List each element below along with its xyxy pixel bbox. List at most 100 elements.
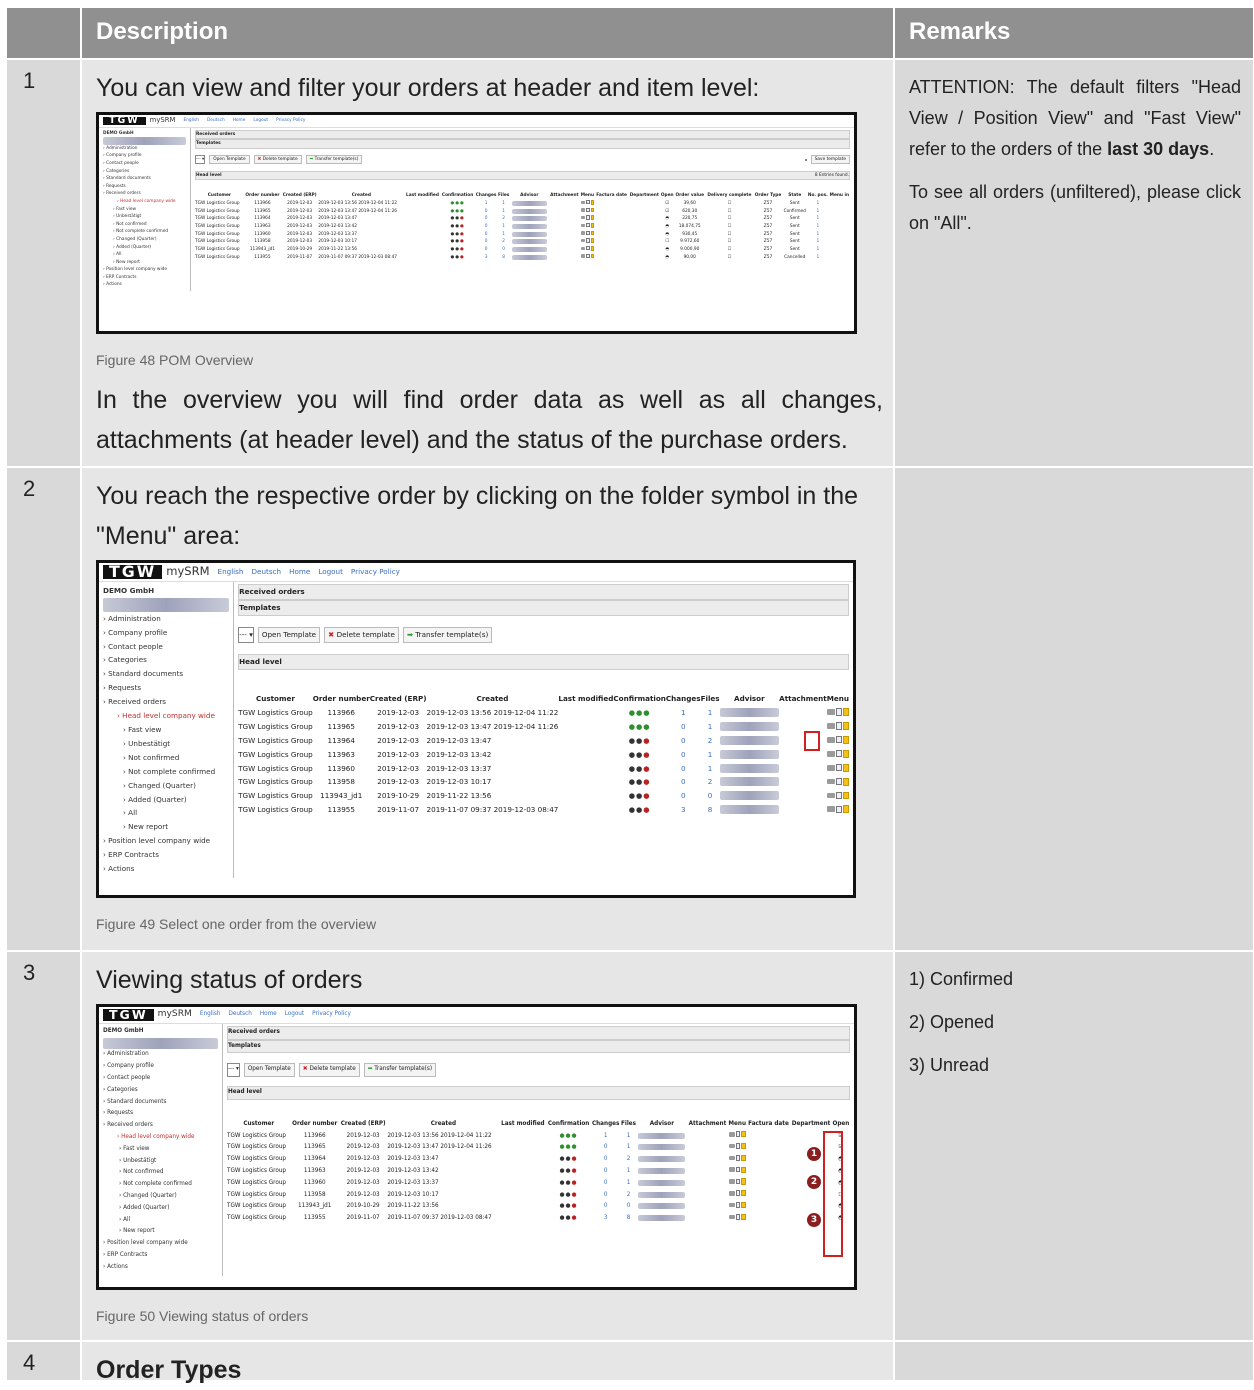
template-select[interactable]: --- ▾	[195, 154, 206, 165]
column-header[interactable]: Order number	[244, 192, 281, 200]
column-header[interactable]: No. pos.	[807, 192, 829, 200]
top-link[interactable]: Privacy Policy	[351, 565, 400, 579]
column-header[interactable]: Order number	[313, 692, 370, 706]
cell-changes[interactable]: 3	[591, 1213, 621, 1225]
cell-files[interactable]: 8	[701, 803, 720, 817]
sidebar-subitem[interactable]: › Fast view	[103, 1144, 218, 1156]
sidebar-subitem[interactable]: › Not complete confirmed	[103, 228, 186, 236]
column-header[interactable]: Files	[497, 192, 509, 200]
sidebar-item[interactable]: › Actions	[103, 862, 229, 876]
top-link[interactable]: English	[218, 565, 244, 579]
document-icon[interactable]	[836, 750, 842, 758]
sidebar-item[interactable]: › Company profile	[103, 626, 229, 640]
folder-icon[interactable]	[580, 238, 586, 243]
cell-positions[interactable]: 1	[807, 215, 829, 223]
note-icon[interactable]	[741, 1166, 746, 1173]
column-header[interactable]: Created	[427, 692, 559, 706]
note-icon[interactable]	[590, 238, 595, 243]
folder-icon[interactable]	[580, 254, 586, 258]
sidebar-item[interactable]: › Received orders	[103, 695, 229, 709]
cell-files[interactable]: 1	[701, 720, 720, 734]
folder-icon[interactable]	[728, 1131, 735, 1137]
table-row[interactable]: TGW Logistics Group 113958 2019-12-03 2019-…	[227, 1190, 850, 1202]
sidebar-subitem[interactable]: › Unbestätigt	[103, 213, 186, 221]
cell-changes[interactable]: 0	[475, 223, 498, 231]
cell-positions[interactable]: 1	[807, 231, 829, 239]
transfer-template-button[interactable]: ➡ Transfer template(s)	[402, 626, 493, 643]
sidebar-subitem[interactable]: › All	[103, 251, 186, 259]
folder-icon[interactable]	[728, 1143, 735, 1149]
top-link[interactable]: Deutsch	[228, 1009, 251, 1021]
column-header[interactable]: Menu	[827, 692, 849, 706]
sidebar-subitem[interactable]: › Fast view	[103, 723, 229, 737]
column-header[interactable]: Last modified	[404, 192, 440, 200]
sidebar-subitem[interactable]: › Unbestätigt	[103, 737, 229, 751]
cell-changes[interactable]: 0	[475, 208, 498, 216]
document-icon[interactable]	[586, 253, 590, 259]
table-row[interactable]: TGW Logistics Group 113965 2019-12-03 2019-…	[227, 1142, 850, 1154]
column-header[interactable]: Attachment	[779, 692, 827, 706]
folder-icon[interactable]	[728, 1167, 735, 1172]
document-icon[interactable]	[836, 722, 842, 730]
document-icon[interactable]	[586, 238, 590, 243]
folder-icon[interactable]	[827, 778, 836, 785]
table-row[interactable]: TGW Logistics Group 113965 2019-12-03 2019-…	[195, 207, 850, 216]
table-row[interactable]: TGW Logistics Group 113943_jd1 2019-10-29 2…	[227, 1201, 850, 1213]
table-row[interactable]: TGW Logistics Group 113943_jd1 2019-10-29 2…	[195, 245, 850, 254]
document-icon[interactable]	[836, 777, 842, 786]
top-link[interactable]: Privacy Policy	[276, 117, 305, 125]
column-header[interactable]: Department	[628, 192, 660, 200]
sidebar-item[interactable]: › Actions	[103, 1262, 218, 1274]
table-row[interactable]: TGW Logistics Group 113955 2019-11-07 2019-…	[238, 803, 849, 817]
delete-template-button[interactable]: ✖ Delete template	[298, 1062, 360, 1077]
note-icon[interactable]	[842, 721, 849, 730]
cell-files[interactable]: 8	[620, 1213, 636, 1225]
document-icon[interactable]	[586, 246, 590, 251]
document-icon[interactable]	[836, 736, 842, 744]
top-link[interactable]: Logout	[285, 1009, 304, 1021]
cell-changes[interactable]: 0	[666, 762, 701, 776]
folder-icon[interactable]	[827, 736, 836, 743]
top-link[interactable]: Home	[289, 565, 310, 579]
document-icon[interactable]	[735, 1131, 741, 1138]
column-header[interactable]: State	[783, 192, 807, 200]
folder-icon[interactable]	[580, 246, 586, 250]
column-header[interactable]: Customer	[227, 1119, 290, 1131]
folder-icon[interactable]	[580, 208, 586, 212]
table-row[interactable]: TGW Logistics Group 113964 2019-12-03 2019-…	[195, 215, 850, 223]
cell-files[interactable]: 2	[701, 734, 720, 748]
table-row[interactable]: TGW Logistics Group 113963 2019-12-03 2019-…	[238, 748, 849, 762]
table-row[interactable]: TGW Logistics Group 113960 2019-12-03 2019-…	[238, 762, 849, 776]
note-icon[interactable]	[741, 1142, 746, 1150]
delete-template-button[interactable]: ✖ Delete template	[253, 154, 302, 165]
sidebar-item[interactable]: › Administration	[103, 612, 229, 626]
column-header[interactable]: Delivery complete	[705, 192, 753, 200]
cell-positions[interactable]: 1	[807, 254, 829, 262]
sidebar-item[interactable]: › Position level company wide	[103, 834, 229, 848]
column-header[interactable]: Customer	[195, 192, 244, 200]
table-row[interactable]: TGW Logistics Group 113964 2019-12-03 2019-…	[238, 734, 849, 748]
sidebar-item[interactable]: › Contact people	[103, 1073, 218, 1085]
sidebar-subitem[interactable]: › Not complete confirmed	[103, 765, 229, 779]
column-header[interactable]: Advisor	[510, 192, 549, 200]
column-header[interactable]: Attachment	[549, 192, 580, 200]
sidebar-subitem[interactable]: › New report	[103, 1226, 218, 1238]
cell-files[interactable]: 2	[497, 215, 509, 223]
cell-files[interactable]: 2	[620, 1154, 636, 1166]
note-icon[interactable]	[590, 215, 595, 220]
table-row[interactable]: TGW Logistics Group 113966 2019-12-03 2019-…	[238, 706, 849, 720]
note-icon[interactable]	[842, 777, 849, 786]
sidebar-subitem[interactable]: › Changed (Quarter)	[103, 1191, 218, 1203]
document-icon[interactable]	[735, 1178, 741, 1185]
cell-changes[interactable]: 0	[591, 1154, 621, 1166]
column-header[interactable]: Last modified	[499, 1119, 546, 1131]
delete-template-button[interactable]: ✖ Delete template	[324, 626, 399, 643]
document-icon[interactable]	[586, 207, 590, 213]
folder-icon[interactable]	[827, 750, 836, 757]
table-row[interactable]: TGW Logistics Group 113955 2019-11-07 2019-…	[195, 253, 850, 262]
column-header[interactable]: Attachment	[687, 1119, 727, 1131]
cell-changes[interactable]: 1	[475, 200, 498, 208]
sidebar-subitem[interactable]: › Not complete confirmed	[103, 1179, 218, 1191]
note-icon[interactable]	[741, 1190, 746, 1197]
folder-icon[interactable]	[728, 1155, 735, 1161]
